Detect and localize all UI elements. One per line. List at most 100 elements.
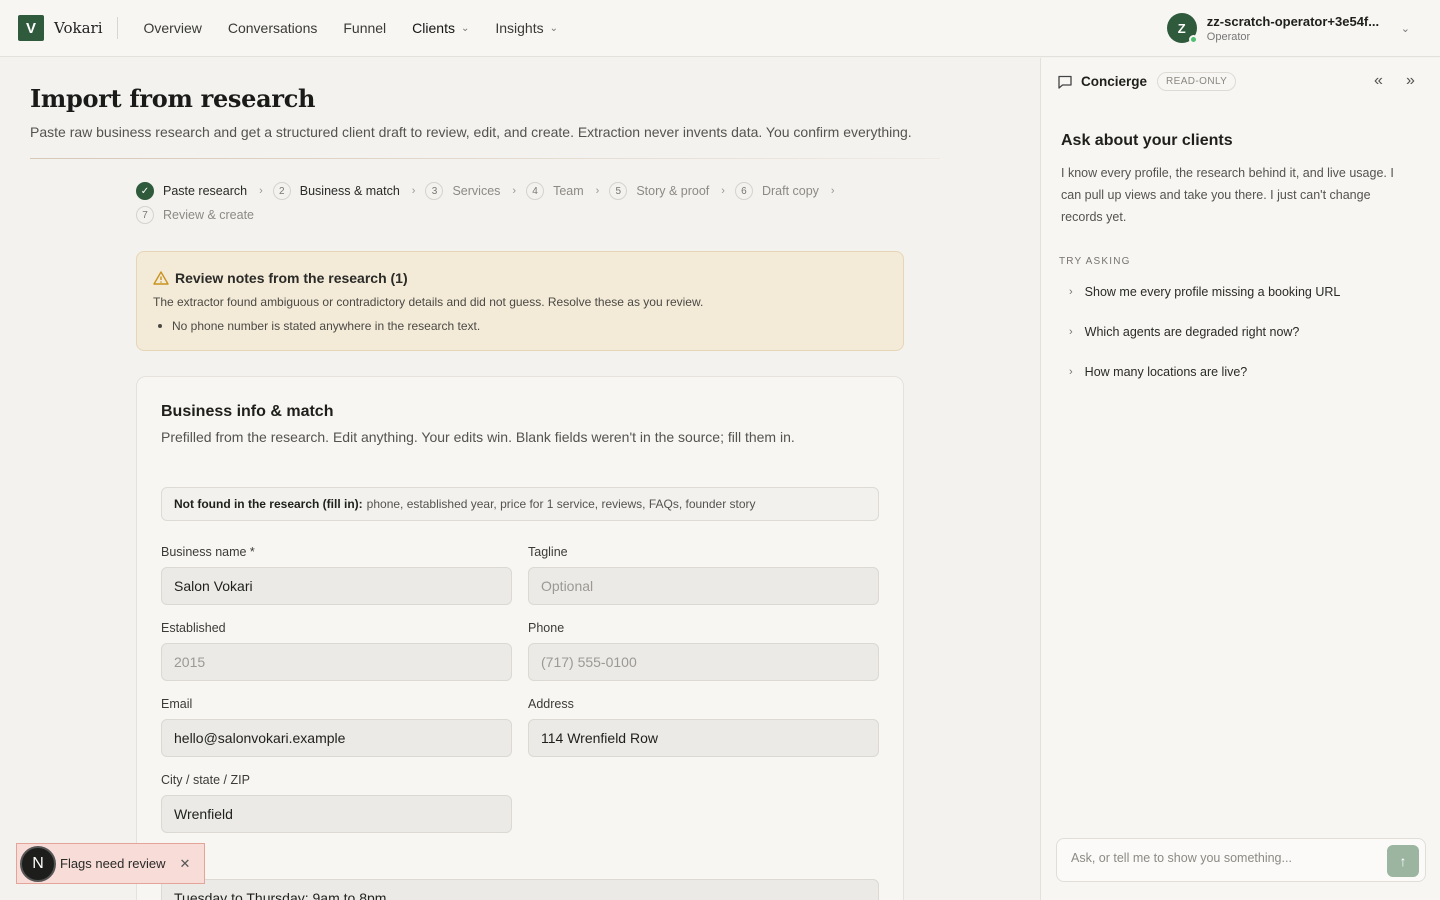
send-button[interactable]: ↑ [1387, 845, 1419, 877]
chevron-right-icon: › [512, 185, 517, 197]
collapse-icon[interactable]: « [1374, 72, 1383, 90]
step-label: Story & proof [636, 184, 710, 198]
chevron-down-icon: ⌄ [460, 22, 470, 34]
nav-insights[interactable]: Insights ⌄ [495, 20, 558, 36]
suggestion-text: Show me every profile missing a booking … [1084, 285, 1341, 299]
flags-toast: N Flags need review ✕ [16, 843, 205, 884]
chevron-right-icon: › [1069, 366, 1073, 378]
main-content: Import from research Paste raw business … [0, 58, 1040, 900]
chevron-right-icon: › [1069, 326, 1073, 338]
step-number: 6 [734, 182, 753, 200]
business-info-card: Business info & match Prefilled from the… [136, 376, 904, 900]
ask-title: Ask about your clients [1061, 132, 1233, 149]
online-status-dot [1188, 35, 1198, 44]
nav-overview[interactable]: Overview [144, 20, 202, 36]
avatar: Z [1166, 13, 1198, 44]
nav-funnel[interactable]: Funnel [343, 20, 386, 36]
card-subtitle: Prefilled from the research. Edit anythi… [161, 429, 795, 445]
user-menu[interactable]: Z zz-scratch-operator+3e54f... Operator … [1166, 13, 1410, 44]
suggestion-text: How many locations are live? [1084, 365, 1248, 379]
panel-title: Concierge [1081, 74, 1148, 89]
ask-description: I know every profile, the research behin… [1061, 166, 1394, 224]
step-number: 7 [136, 206, 154, 224]
brand-name: Vokari [54, 19, 103, 37]
read-only-badge: READ-ONLY [1157, 72, 1237, 91]
business-name-input[interactable] [161, 567, 512, 605]
suggestion-item[interactable]: › How many locations are live? [1069, 365, 1247, 379]
step-label: Draft copy [761, 184, 819, 198]
page-subtitle: Paste raw business research and get a st… [30, 124, 912, 140]
suggestion-item[interactable]: › Show me every profile missing a booking… [1069, 285, 1340, 299]
nav-clients[interactable]: Clients ⌄ [412, 20, 469, 36]
review-notes-heading: Review notes from the research (1) [153, 270, 408, 286]
chevron-right-icon: › [1069, 286, 1073, 298]
step-story-proof[interactable]: 5 Story & proof › [609, 182, 735, 200]
business-name-label: Business name * [161, 545, 255, 559]
email-input[interactable] [161, 719, 512, 757]
chat-input[interactable] [1071, 851, 1371, 865]
warning-icon [153, 271, 169, 285]
avatar: N [20, 845, 56, 882]
check-icon: ✓ [136, 182, 154, 200]
email-label: Email [161, 697, 193, 711]
nav-label: Insights [495, 20, 544, 36]
step-number: 5 [609, 182, 628, 200]
bullet [158, 324, 162, 328]
address-label: Address [528, 697, 574, 711]
established-label: Established [161, 621, 226, 635]
chevron-down-icon: ⌄ [549, 22, 558, 34]
step-team[interactable]: 4 Team › [526, 182, 609, 200]
step-label: Services [452, 184, 501, 198]
step-services[interactable]: 3 Services › [425, 182, 526, 200]
city-state-zip-input[interactable] [161, 795, 512, 833]
step-business-match[interactable]: 2 Business & match › [272, 182, 426, 200]
close-icon[interactable]: ✕ [180, 856, 191, 872]
not-found-value: phone, established year, price for 1 ser… [366, 497, 756, 511]
step-review-create[interactable]: 7 Review & create [136, 206, 254, 224]
chevron-right-icon: › [411, 185, 416, 197]
established-input[interactable] [161, 643, 512, 681]
user-name: zz-scratch-operator+3e54f... [1206, 13, 1380, 29]
try-asking-label: TRY ASKING [1059, 256, 1131, 267]
note-text: No phone number is stated anywhere in th… [172, 319, 481, 333]
phone-label: Phone [528, 621, 565, 635]
wizard-stepper: ✓ Paste research › 2 Business & match › 3 Ser… [136, 182, 866, 224]
tagline-input[interactable] [528, 567, 879, 605]
step-number: 3 [425, 182, 444, 200]
avatar-initial: Z [1177, 20, 1186, 36]
suggestion-item[interactable]: › Which agents are degraded right now? [1069, 325, 1299, 339]
nav-label: Overview [143, 20, 202, 36]
main-nav: Overview Conversations Funnel Clients ⌄ I… [144, 20, 585, 36]
not-found-label: Not found in the research (fill in): [174, 497, 363, 511]
chevron-right-icon: › [595, 185, 600, 197]
phone-input[interactable] [528, 643, 879, 681]
chevron-right-icon: › [721, 185, 725, 197]
brand-logo: V [18, 15, 44, 41]
review-notes-callout: Review notes from the research (1) The e… [136, 251, 904, 351]
step-label: Business & match [299, 184, 400, 198]
review-notes-title: Review notes from the research (1) [175, 270, 408, 286]
toast-message: Flags need review [60, 856, 166, 871]
brand[interactable]: V Vokari [18, 15, 103, 41]
chevron-down-icon: ⌄ [1400, 22, 1410, 35]
city-state-zip-label: City / state / ZIP [161, 773, 250, 787]
nav-label: Clients [412, 20, 455, 36]
concierge-panel: Concierge READ-ONLY « » Ask about your c… [1040, 58, 1440, 900]
step-paste-research[interactable]: ✓ Paste research › [136, 182, 273, 200]
address-input[interactable] [528, 719, 879, 757]
hours-input[interactable] [161, 879, 879, 900]
nav-label: Funnel [343, 20, 387, 36]
divider [30, 158, 940, 159]
page-title: Import from research [30, 84, 316, 113]
list-item: No phone number is stated anywhere in th… [153, 319, 480, 333]
step-number: 4 [526, 182, 545, 200]
suggestion-text: Which agents are degraded right now? [1084, 325, 1300, 339]
not-found-banner: Not found in the research (fill in): pho… [161, 487, 879, 521]
expand-icon[interactable]: » [1406, 72, 1415, 90]
nav-label: Conversations [227, 20, 318, 36]
chevron-right-icon: › [830, 185, 835, 197]
step-draft-copy[interactable]: 6 Draft copy › [734, 182, 845, 200]
user-info: zz-scratch-operator+3e54f... Operator [1207, 14, 1393, 43]
divider [116, 17, 118, 39]
nav-conversations[interactable]: Conversations [228, 20, 318, 36]
